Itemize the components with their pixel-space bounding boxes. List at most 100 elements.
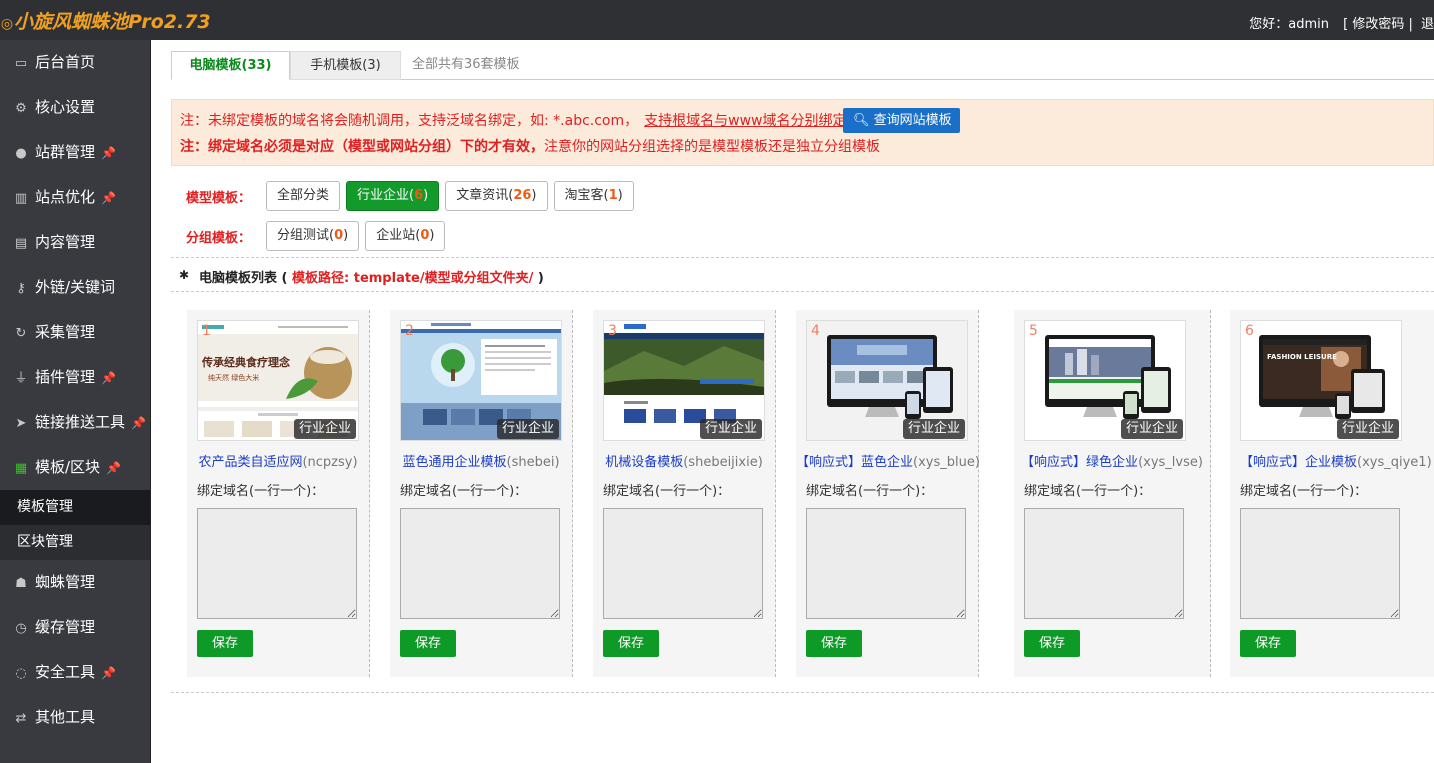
search-icon: 🔍︎ — [853, 113, 870, 128]
template-code: (shebeijixie) — [683, 455, 763, 470]
filter-all[interactable]: 全部分类 — [266, 181, 341, 211]
sidebar-item-other-tools[interactable]: ⇄ 其他工具 — [0, 695, 150, 740]
greeting: 您好：admin — [1249, 17, 1329, 32]
sidebar-item-link-push[interactable]: ➤ 链接推送工具 📌 — [0, 400, 150, 445]
save-button[interactable]: 保存 — [400, 630, 456, 657]
template-thumbnail[interactable]: 4 行业企业 — [806, 320, 968, 441]
sidebar-item-links-keywords[interactable]: ⚷ 外链/关键词 — [0, 265, 150, 310]
bind-domain-textarea[interactable] — [1024, 508, 1184, 619]
main-content: 电脑模板(33) 手机模板(3) 全部共有36套模板 注：未绑定模板的域名将会随… — [151, 40, 1434, 763]
tab-mobile-templates[interactable]: 手机模板(3) — [290, 51, 401, 80]
notice-box: 注：未绑定模板的域名将会随机调用，支持泛域名绑定，如: *.abc.com， 支持… — [171, 99, 1434, 166]
sidebar-subitem-block-manage[interactable]: 区块管理 — [0, 525, 150, 560]
template-card: 3 行业企业 机械设备模板(shebeijixie) 绑定域名(一行一个)： 保… — [593, 310, 776, 677]
user-icon: ● — [15, 146, 27, 161]
template-title: 蓝色通用企业模板 — [402, 455, 507, 470]
sidebar-item-label: 核心设置 — [35, 98, 96, 116]
filter-articles[interactable]: 文章资讯(26) — [445, 181, 548, 211]
bulb-icon: ◌ — [15, 666, 27, 681]
sidebar-item-home[interactable]: ▭ 后台首页 — [0, 40, 150, 85]
template-card: 2 行业企业 蓝色通用企业模板(shebei) 绑定域名(一行一个)： 保存 — [390, 310, 573, 677]
change-password-link[interactable]: [ 修改密码 | — [1343, 17, 1413, 32]
filter-count: 26 — [513, 188, 532, 203]
send-icon: ➤ — [15, 416, 27, 431]
template-name[interactable]: 农产品类自适应网(ncpzsy) — [187, 451, 369, 470]
sidebar-item-label: 安全工具 — [35, 663, 96, 681]
bind-domain-label: 绑定域名(一行一个)： — [197, 484, 325, 499]
template-name[interactable]: 蓝色通用企业模板(shebei) — [390, 451, 572, 470]
top-bar: ◎小旋风蜘蛛池Pro2.73 您好：admin [ 修改密码 | 退 — [0, 0, 1434, 40]
document-icon: ▤ — [14, 236, 28, 251]
filter-industry[interactable]: 行业企业(6) — [346, 181, 440, 211]
sidebar-item-templates[interactable]: ▦ 模板/区块 📌 — [0, 445, 150, 490]
template-title: 【响应式】蓝色企业 — [796, 455, 914, 470]
sidebar-item-label: 外链/关键词 — [35, 278, 116, 296]
template-thumbnail[interactable]: 5 行业企业 — [1024, 320, 1186, 441]
template-number: 5 — [1029, 323, 1038, 339]
gear-icon: ⚙ — [15, 101, 27, 116]
save-button[interactable]: 保存 — [806, 630, 862, 657]
save-button[interactable]: 保存 — [603, 630, 659, 657]
save-button[interactable]: 保存 — [1024, 630, 1080, 657]
bind-domain-textarea[interactable] — [603, 508, 763, 619]
sidebar-item-cache[interactable]: ◷ 缓存管理 — [0, 605, 150, 650]
sidebar-item-label: 站群管理 — [35, 143, 96, 161]
notice-bold-text: 注：绑定域名必须是对应（模型或网站分组）下的才有效， — [180, 139, 544, 155]
bind-domain-textarea[interactable] — [197, 508, 357, 619]
template-name[interactable]: 【响应式】企业模板(xys_qiye1) — [1240, 451, 1432, 470]
template-name[interactable]: 【响应式】绿色企业(xys_lvse) — [1014, 451, 1210, 470]
sidebar-item-label: 蜘蛛管理 — [35, 573, 96, 591]
template-card: FASHION LEISURE 6 行业企业 【响应式】企业模板(xys_qiy… — [1230, 310, 1434, 677]
bind-domain-label: 绑定域名(一行一个)： — [400, 484, 528, 499]
sidebar-item-plugins[interactable]: ⏚ 插件管理 📌 — [0, 355, 150, 400]
filter-label: 行业企业 — [357, 188, 410, 203]
pin-icon: 📌 — [101, 371, 116, 385]
save-button[interactable]: 保存 — [1240, 630, 1296, 657]
notice-line-2: 注：绑定域名必须是对应（模型或网站分组）下的才有效，注意你的网站分组选择的是模型… — [180, 136, 880, 156]
key-icon: ⚷ — [16, 281, 26, 296]
plug-icon: ⏚ — [14, 371, 28, 386]
sidebar-item-site-group[interactable]: ● 站群管理 📌 — [0, 130, 150, 175]
template-thumbnail[interactable]: 2 行业企业 — [400, 320, 562, 441]
template-code: (xys_blue) — [913, 455, 980, 470]
sidebar-item-label: 内容管理 — [35, 233, 96, 251]
root-www-bind-link[interactable]: 支持根域名与www域名分别绑定 — [644, 113, 846, 129]
spiral-icon: ◎ — [0, 16, 14, 32]
filter-count: 0 — [334, 228, 344, 243]
sidebar-item-content[interactable]: ▤ 内容管理 — [0, 220, 150, 265]
sidebar-item-core-settings[interactable]: ⚙ 核心设置 — [0, 85, 150, 130]
sidebar-item-label: 其他工具 — [35, 708, 96, 726]
sidebar-item-spider[interactable]: ☗ 蜘蛛管理 — [0, 560, 150, 605]
template-name[interactable]: 【响应式】蓝色企业(xys_blue) — [796, 451, 980, 470]
sidebar-subitem-template-manage[interactable]: 模板管理 — [0, 490, 150, 525]
tab-pc-templates[interactable]: 电脑模板(33) — [171, 51, 290, 80]
template-thumbnail[interactable]: 3 行业企业 — [603, 320, 765, 441]
notice-line-1: 注：未绑定模板的域名将会随机调用，支持泛域名绑定，如: *.abc.com， 支持… — [180, 110, 847, 130]
bind-domain-textarea[interactable] — [806, 508, 966, 619]
filter-count: 0 — [420, 228, 430, 243]
app-logo[interactable]: ◎小旋风蜘蛛池Pro2.73 — [0, 7, 211, 34]
thumb-banner-text: FASHION LEISURE — [1267, 353, 1337, 361]
sidebar-item-site-optimize[interactable]: ▥ 站点优化 📌 — [0, 175, 150, 220]
bind-domain-textarea[interactable] — [1240, 508, 1400, 619]
filter-group-test[interactable]: 分组测试(0) — [266, 221, 360, 251]
template-category-tag: 行业企业 — [1336, 419, 1399, 439]
list-title: 电脑模板列表 ( 模板路径: template/模型或分组文件夹/ ) — [199, 267, 544, 286]
template-thumbnail[interactable]: FASHION LEISURE 6 行业企业 — [1240, 320, 1402, 441]
template-number: 6 — [1245, 323, 1254, 339]
logout-link[interactable]: 退 — [1421, 17, 1434, 32]
sidebar-item-security[interactable]: ◌ 安全工具 📌 — [0, 650, 150, 695]
bind-domain-textarea[interactable] — [400, 508, 560, 619]
template-category-tag: 行业企业 — [699, 419, 762, 439]
template-thumbnail[interactable]: 传承经典食疗理念 纯天然 绿色大米 1 行业企业 — [197, 320, 359, 441]
android-icon: ☗ — [15, 576, 27, 591]
sidebar-item-label: 缓存管理 — [35, 618, 96, 636]
filter-enterprise-site[interactable]: 企业站(0) — [365, 221, 446, 251]
sidebar-item-collect[interactable]: ↻ 采集管理 — [0, 310, 150, 355]
template-name[interactable]: 机械设备模板(shebeijixie) — [593, 451, 775, 470]
template-category-tag: 行业企业 — [1120, 419, 1183, 439]
save-button[interactable]: 保存 — [197, 630, 253, 657]
filter-taobaoke[interactable]: 淘宝客(1) — [553, 181, 634, 211]
filter-count: 6 — [414, 188, 424, 203]
query-site-template-button[interactable]: 🔍︎ 查询网站模板 — [843, 108, 960, 133]
